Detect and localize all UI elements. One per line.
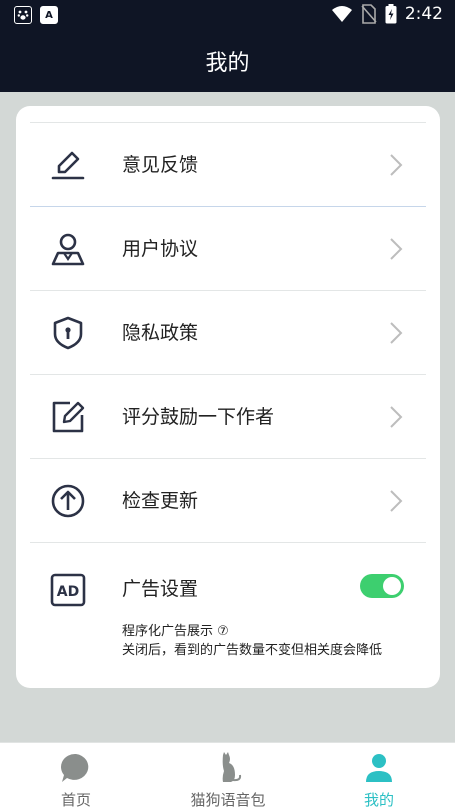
ad-settings-subtitle[interactable]: 程序化广告展示 ⑦ xyxy=(122,620,229,639)
settings-card: 意见反馈 用户协议 隐私政策 评分鼓励一下作者 检查更新 AD 广告设置 程序化… xyxy=(16,106,440,688)
chevron-right-icon xyxy=(390,238,403,260)
app-notification-icon: A xyxy=(40,6,58,24)
chat-bubble-icon xyxy=(61,753,89,782)
person-icon xyxy=(366,754,392,782)
chevron-right-icon xyxy=(390,154,403,176)
menu-item-label: 评分鼓励一下作者 xyxy=(122,406,275,428)
toggle-knob xyxy=(383,577,401,595)
chevron-right-icon xyxy=(390,322,403,344)
tab-pet-voice-pack[interactable]: 猫狗语音包 xyxy=(168,751,288,810)
no-sim-icon xyxy=(361,4,377,24)
shield-icon xyxy=(53,316,83,350)
ad-settings-row: AD 广告设置 程序化广告展示 ⑦ 关闭后，看到的广告数量不变但相关度会降低 xyxy=(30,544,426,684)
status-time: 2:42 xyxy=(404,4,443,24)
menu-item-privacy-policy[interactable]: 隐私政策 xyxy=(30,291,426,375)
menu-item-check-update[interactable]: 检查更新 xyxy=(30,459,426,543)
ad-settings-description: 关闭后，看到的广告数量不变但相关度会降低 xyxy=(122,643,383,658)
tab-label: 首页 xyxy=(60,791,91,809)
status-bar: A 2:42 xyxy=(0,0,455,30)
cat-icon xyxy=(222,752,242,782)
menu-item-label: 隐私政策 xyxy=(122,322,199,344)
ad-settings-title: 广告设置 xyxy=(122,578,199,600)
paw-notification-icon xyxy=(14,6,32,24)
tab-label: 猫狗语音包 xyxy=(190,791,266,809)
menu-item-feedback[interactable]: 意见反馈 xyxy=(30,123,426,207)
tab-label: 我的 xyxy=(363,791,394,809)
menu-item-user-agreement[interactable]: 用户协议 xyxy=(30,207,426,291)
menu-item-label: 意见反馈 xyxy=(122,154,199,176)
ad-icon: AD xyxy=(50,573,86,607)
chevron-right-icon xyxy=(390,490,403,512)
page-header: 我的 xyxy=(0,30,455,92)
bottom-tab-bar: 首页 猫狗语音包 我的 xyxy=(0,742,455,812)
tab-me[interactable]: 我的 xyxy=(319,751,439,810)
arrow-up-circle-icon xyxy=(51,484,85,518)
divider xyxy=(30,542,426,543)
user-icon xyxy=(51,233,85,266)
svg-text:AD: AD xyxy=(57,584,79,600)
ad-settings-toggle[interactable] xyxy=(360,574,404,598)
menu-item-rate-author[interactable]: 评分鼓励一下作者 xyxy=(30,375,426,459)
wifi-icon xyxy=(331,6,352,22)
menu-item-label: 检查更新 xyxy=(122,490,199,512)
tab-home[interactable]: 首页 xyxy=(16,751,136,810)
menu-item-label: 用户协议 xyxy=(122,238,199,260)
page-title: 我的 xyxy=(205,51,250,76)
battery-charging-icon xyxy=(385,4,397,24)
chevron-right-icon xyxy=(390,406,403,428)
edit-square-icon xyxy=(52,401,85,433)
edit-pen-icon xyxy=(51,151,85,180)
